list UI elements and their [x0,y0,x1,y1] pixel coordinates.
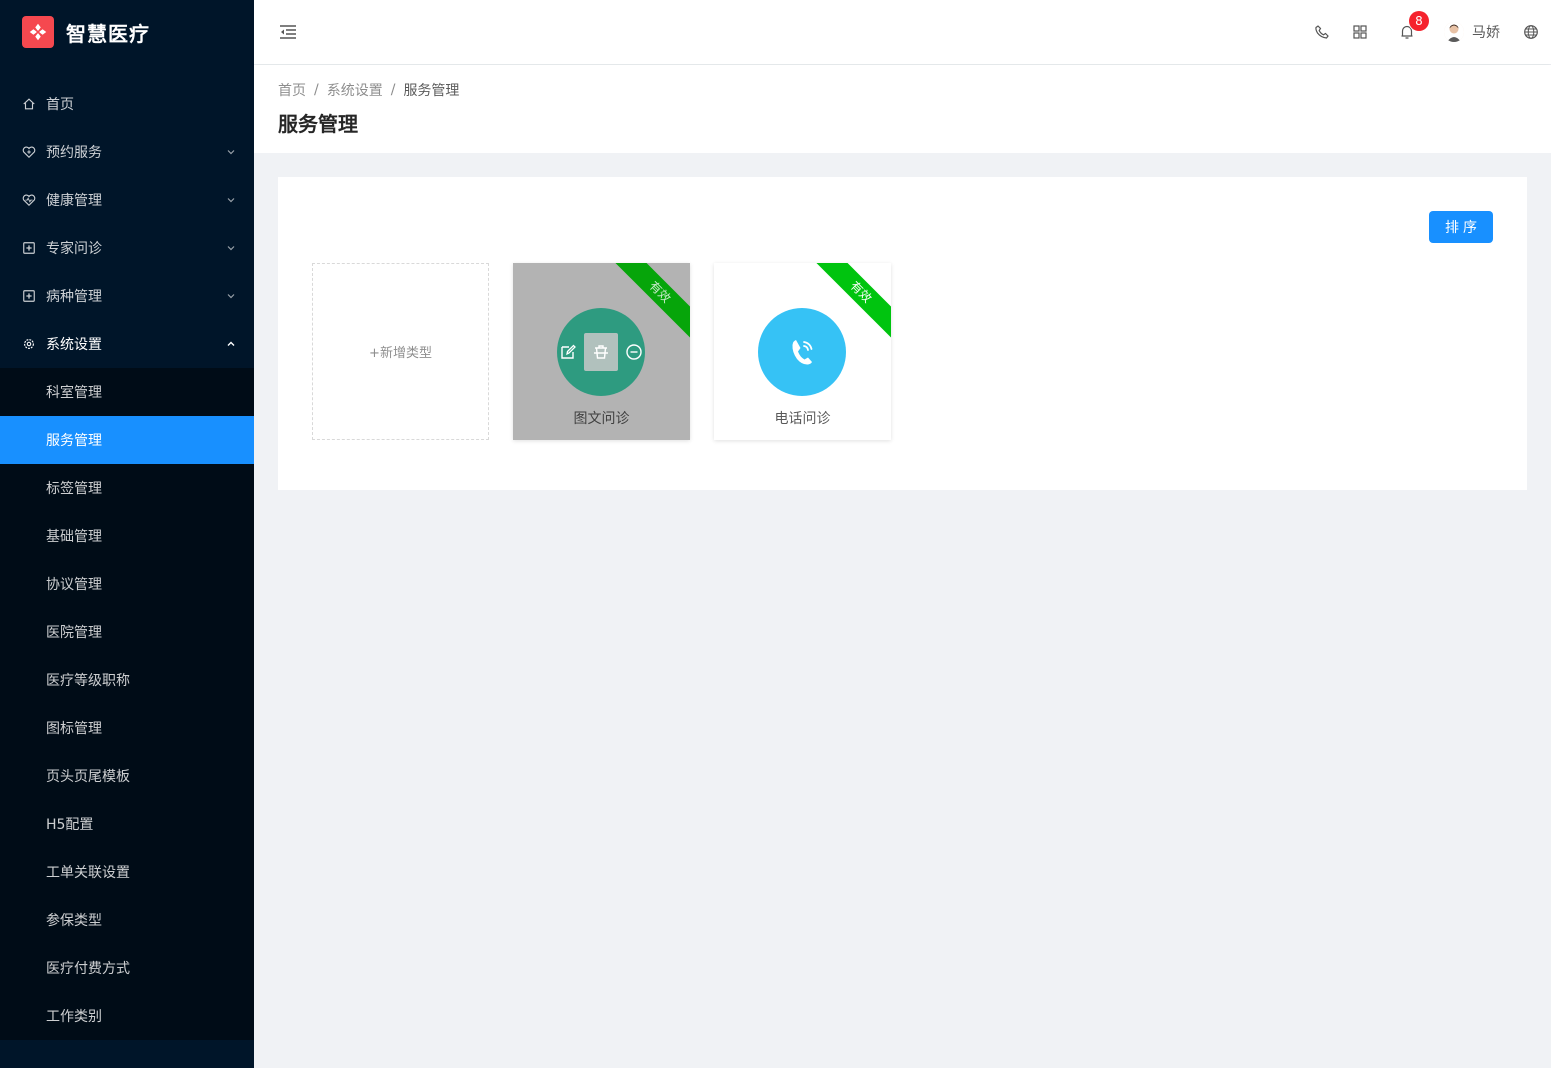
user-menu[interactable]: 马娇 [1444,22,1500,42]
sidebar-subitem-h5[interactable]: H5配置 [0,800,254,848]
service-card[interactable]: 有效 图文问诊 [513,263,690,440]
sidebar-subitem-agreement[interactable]: 协议管理 [0,560,254,608]
phone-icon[interactable] [1314,24,1330,40]
service-card[interactable]: 有效 电话问诊 [714,263,891,440]
side-menu: 首页 预约服务 健康管理 专家问诊 病种管理 系统设置 科室管理 服务管理 标签… [0,80,254,1040]
sidebar-subitem-work-type[interactable]: 工作类别 [0,992,254,1040]
edit-icon[interactable] [558,342,578,362]
sidebar: 智慧医疗 首页 预约服务 健康管理 专家问诊 病种管理 系统设置 科室管理 服务… [0,0,254,1068]
service-name: 电话问诊 [774,411,831,427]
breadcrumb-separator: / [314,82,319,98]
disable-icon[interactable] [624,342,644,362]
gear-icon [22,337,36,351]
sidebar-item-expert-consult[interactable]: 专家问诊 [0,224,254,272]
apps-grid-icon[interactable] [1352,24,1368,40]
sidebar-subitem-tag[interactable]: 标签管理 [0,464,254,512]
sidebar-subitem-basic[interactable]: 基础管理 [0,512,254,560]
sidebar-item-system-settings[interactable]: 系统设置 [0,320,254,368]
top-header: 8 马娇 [254,0,1551,64]
home-icon [22,97,36,111]
chevron-down-icon [226,243,236,253]
chevron-down-icon [226,147,236,157]
sidebar-subitem-service[interactable]: 服务管理 [0,416,254,464]
sidebar-subitem-insurance[interactable]: 参保类型 [0,896,254,944]
sidebar-item-disease[interactable]: 病种管理 [0,272,254,320]
system-settings-submenu: 科室管理 服务管理 标签管理 基础管理 协议管理 医院管理 医疗等级职称 图标管… [0,368,254,1040]
card-actions [557,308,645,396]
sidebar-item-appointment[interactable]: 预约服务 [0,128,254,176]
sidebar-subitem-ticket[interactable]: 工单关联设置 [0,848,254,896]
sidebar-subitem-icon[interactable]: 图标管理 [0,704,254,752]
service-card-list: +新增类型 有效 图文问诊 有效 电话问诊 [312,263,915,440]
globe-icon[interactable] [1523,24,1539,40]
heart-icon [22,145,36,159]
avatar [1444,22,1464,42]
service-icon-circle [758,308,846,396]
delete-icon[interactable] [584,333,618,371]
add-service-type-card[interactable]: +新增类型 [312,263,489,440]
phone-call-icon [782,332,822,372]
sidebar-item-health[interactable]: 健康管理 [0,176,254,224]
hospital-logo-icon [22,16,54,48]
sidebar-subitem-header-footer[interactable]: 页头页尾模板 [0,752,254,800]
heart-pulse-icon [22,193,36,207]
chevron-down-icon [226,195,236,205]
app-title: 智慧医疗 [66,21,150,46]
breadcrumb-separator: / [390,82,396,98]
medical-box-icon [22,289,36,303]
page-title: 服务管理 [278,112,358,136]
sidebar-item-home[interactable]: 首页 [0,80,254,128]
sidebar-subitem-payment[interactable]: 医疗付费方式 [0,944,254,992]
breadcrumb: 首页 / 系统设置 / 服务管理 [278,79,1527,101]
add-service-type-label: +新增类型 [369,346,432,361]
medical-box-icon [22,241,36,255]
breadcrumb-current: 服务管理 [403,83,460,99]
notification-badge: 8 [1409,11,1429,31]
chevron-up-icon [226,339,236,349]
bell-icon[interactable]: 8 [1399,11,1429,40]
menu-fold-icon[interactable] [278,22,298,42]
service-name: 图文问诊 [573,411,630,427]
header-actions: 8 马娇 [1303,0,1551,64]
breadcrumb-home[interactable]: 首页 [278,80,306,100]
sort-button[interactable]: 排序 [1429,211,1493,243]
sidebar-subitem-department[interactable]: 科室管理 [0,368,254,416]
service-panel: 排序 +新增类型 有效 图文问诊 有效 电话问诊 [278,177,1527,490]
chevron-down-icon [226,291,236,301]
sidebar-subitem-hospital[interactable]: 医院管理 [0,608,254,656]
logo[interactable]: 智慧医疗 [0,0,254,64]
sidebar-subitem-medical-title[interactable]: 医疗等级职称 [0,656,254,704]
breadcrumb-parent[interactable]: 系统设置 [327,80,383,100]
page-header: 首页 / 系统设置 / 服务管理 服务管理 [254,65,1551,153]
